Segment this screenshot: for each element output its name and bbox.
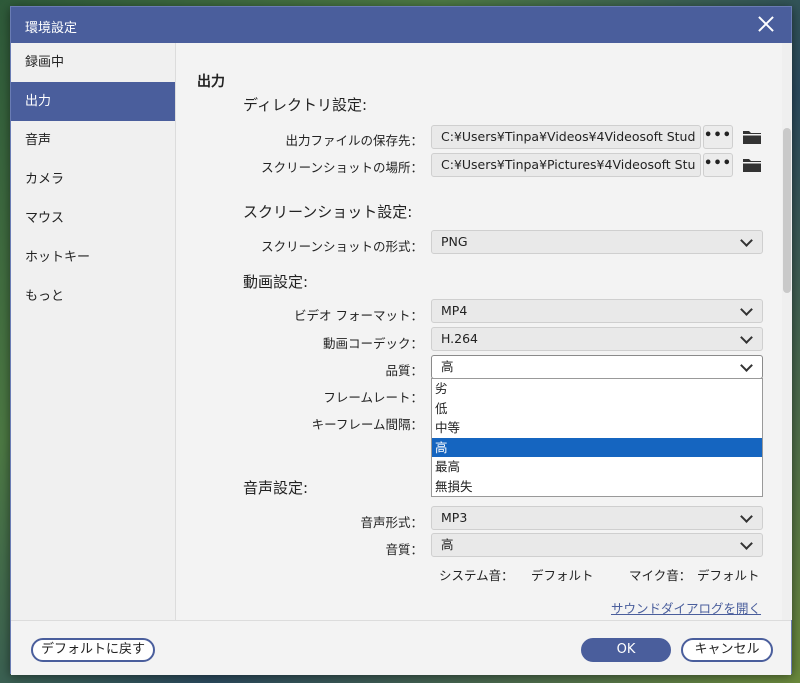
output-folder-icon[interactable] <box>742 129 762 145</box>
screenshot-path-label: スクリーンショットの場所： <box>261 160 423 175</box>
quality-option[interactable]: 無損失 <box>432 477 762 497</box>
sidebar-item-output[interactable]: 出力 <box>11 82 175 121</box>
screenshot-browse-button[interactable]: ••• <box>703 153 733 177</box>
sidebar-item-camera[interactable]: カメラ <box>11 160 175 199</box>
chevron-down-icon <box>740 510 753 523</box>
sidebar-item-recording[interactable]: 録画中 <box>11 43 175 82</box>
output-path-field[interactable]: C:¥Users¥Tinpa¥Videos¥4Videosoft Stud <box>431 125 701 149</box>
system-sound-value: デフォルト <box>531 568 594 583</box>
settings-content[interactable]: 出力 ディレクトリ設定: 出力ファイルの保存先： C:¥Users¥Tinpa¥… <box>177 43 781 620</box>
title-bar: 環境設定 <box>11 7 791 43</box>
output-path-label: 出力ファイルの保存先： <box>285 133 423 148</box>
quality-dropdown-list: 劣 低 中等 高 最高 無損失 <box>431 378 763 497</box>
screenshot-folder-icon[interactable] <box>742 157 762 173</box>
system-sound-label: システム音： <box>439 568 514 583</box>
scrollbar[interactable] <box>782 43 792 620</box>
mic-sound-value: デフォルト <box>697 568 760 583</box>
screenshot-path-field[interactable]: C:¥Users¥Tinpa¥Pictures¥4Videosoft Stu <box>431 153 701 177</box>
screenshot-format-value: PNG <box>441 234 468 249</box>
framerate-label: フレームレート： <box>323 390 423 405</box>
mic-sound-label: マイク音： <box>629 568 692 583</box>
output-browse-button[interactable]: ••• <box>703 125 733 149</box>
chevron-down-icon <box>740 331 753 344</box>
section-title: 出力 <box>197 74 225 90</box>
chevron-down-icon <box>740 359 753 372</box>
quality-option[interactable]: 低 <box>432 399 762 419</box>
chevron-down-icon <box>740 537 753 550</box>
audio-quality-select[interactable]: 高 <box>431 533 763 557</box>
ok-button[interactable]: OK <box>581 638 671 662</box>
quality-option[interactable]: 中等 <box>432 418 762 438</box>
window-title: 環境設定 <box>25 21 78 36</box>
sidebar-item-hotkey[interactable]: ホットキー <box>11 238 175 277</box>
open-sound-dialog-link[interactable]: サウンドダイアログを開く <box>611 598 761 617</box>
preferences-dialog: 環境設定 録画中 出力 音声 カメラ マウス ホットキー もっと 出力 ディレク… <box>10 6 792 675</box>
video-codec-label: 動画コーデック： <box>322 336 423 351</box>
sidebar-item-more[interactable]: もっと <box>11 277 175 316</box>
video-format-value: MP4 <box>441 303 468 318</box>
video-quality-label: 品質： <box>385 363 423 378</box>
sidebar-item-audio[interactable]: 音声 <box>11 121 175 160</box>
quality-option[interactable]: 劣 <box>432 379 762 399</box>
audio-settings-title: 音声設定: <box>243 479 309 497</box>
screenshot-format-select[interactable]: PNG <box>431 230 763 254</box>
keyframe-interval-label: キーフレーム間隔： <box>311 417 423 432</box>
video-quality-value: 高 <box>441 359 454 374</box>
video-format-label: ビデオ フォーマット： <box>294 308 423 323</box>
sidebar-item-mouse[interactable]: マウス <box>11 199 175 238</box>
audio-format-select[interactable]: MP3 <box>431 506 763 530</box>
audio-format-value: MP3 <box>441 510 468 525</box>
dialog-footer: デフォルトに戻す OK キャンセル <box>11 620 791 675</box>
scrollbar-thumb[interactable] <box>783 128 791 293</box>
chevron-down-icon <box>740 303 753 316</box>
video-codec-select[interactable]: H.264 <box>431 327 763 351</box>
directory-settings-title: ディレクトリ設定: <box>243 96 368 114</box>
close-icon[interactable] <box>755 13 777 35</box>
audio-quality-value: 高 <box>441 537 454 552</box>
cancel-button[interactable]: キャンセル <box>681 638 773 662</box>
audio-format-label: 音声形式： <box>360 515 423 530</box>
screenshot-settings-title: スクリーンショット設定: <box>243 203 413 221</box>
chevron-down-icon <box>740 234 753 247</box>
quality-option-selected[interactable]: 高 <box>432 437 762 457</box>
video-codec-value: H.264 <box>441 331 479 346</box>
video-format-select[interactable]: MP4 <box>431 299 763 323</box>
video-settings-title: 動画設定: <box>243 273 309 291</box>
reset-default-button[interactable]: デフォルトに戻す <box>31 638 155 662</box>
quality-option[interactable]: 最高 <box>432 457 762 477</box>
sidebar: 録画中 出力 音声 カメラ マウス ホットキー もっと <box>11 43 176 620</box>
screenshot-format-label: スクリーンショットの形式： <box>261 239 423 254</box>
video-quality-select[interactable]: 高 <box>431 355 763 379</box>
audio-quality-label: 音質： <box>385 542 423 557</box>
